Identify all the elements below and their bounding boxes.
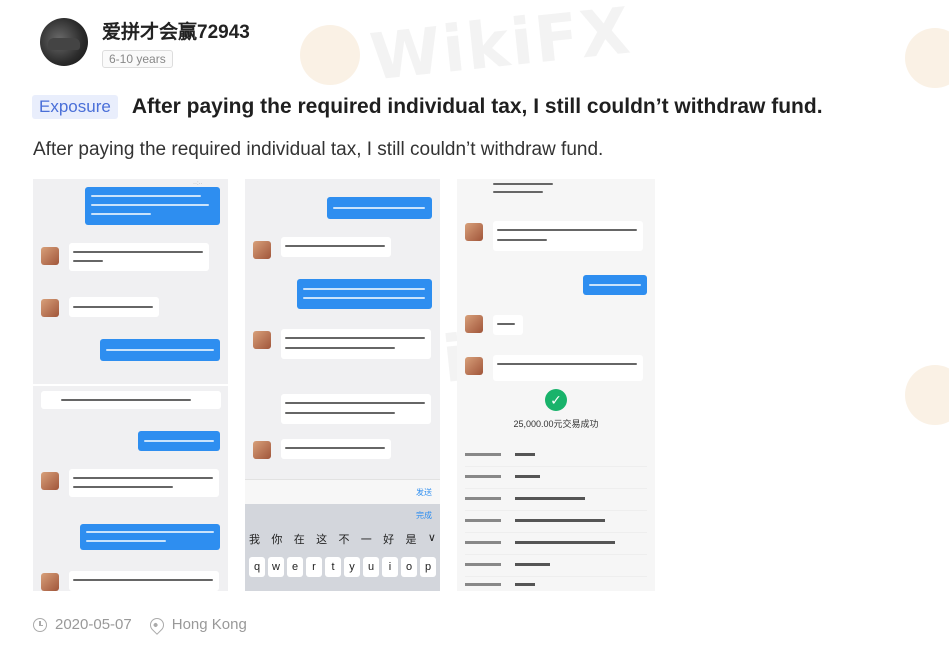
contact-avatar — [41, 299, 59, 317]
system-notice — [41, 391, 221, 409]
car-icon — [48, 38, 80, 50]
transaction-amount: 25,000.00元交易成功 — [513, 419, 599, 429]
watermark-logo — [905, 28, 949, 88]
success-check-icon: ✓ — [545, 389, 567, 411]
keyboard-candidate-row[interactable]: 我 你 在 这 不 一 好 是 ∨ — [249, 531, 436, 547]
chat-bubble-received — [281, 439, 391, 459]
post-date: 2020-05-07 — [55, 616, 132, 633]
candidate-key[interactable]: ∨ — [428, 531, 436, 547]
done-button[interactable]: 完成 — [416, 510, 432, 521]
post-location: Hong Kong — [146, 614, 247, 635]
chat-bubble-received — [69, 243, 209, 271]
contact-avatar — [465, 357, 483, 375]
chat-bubble-sent — [583, 275, 647, 295]
user-info: 爱拼才会赢72943 6-10 years — [102, 17, 250, 68]
chat-bubble-sent — [138, 431, 220, 451]
key-r[interactable]: r — [306, 557, 322, 577]
contact-avatar — [465, 223, 483, 241]
key-o[interactable]: o — [401, 557, 417, 577]
chat-bubble-received — [493, 315, 523, 335]
candidate-key[interactable]: 不 — [338, 531, 349, 547]
username[interactable]: 爱拼才会赢72943 — [102, 17, 250, 44]
avatar[interactable] — [40, 18, 88, 66]
chat-bubble-received — [493, 221, 643, 251]
location-label: Hong Kong — [171, 616, 247, 633]
chat-bubble-received — [281, 237, 391, 257]
candidate-key[interactable]: 我 — [249, 531, 260, 547]
chat-bubble-received — [281, 329, 431, 359]
onscreen-keyboard[interactable]: 完成 我 你 在 这 不 一 好 是 ∨ q w e r t y u i o p — [245, 504, 440, 591]
send-button[interactable]: 发送 — [416, 487, 432, 498]
contact-avatar — [253, 241, 271, 259]
location-pin-icon — [146, 614, 167, 635]
chat-bubble-sent — [100, 339, 220, 361]
chat-bubble-received — [493, 355, 643, 381]
transaction-detail-row — [465, 535, 647, 555]
transaction-detail-row — [465, 577, 647, 591]
chat-bubble-received — [69, 571, 219, 591]
chat-bubble-sent — [327, 197, 432, 219]
candidate-key[interactable]: 好 — [383, 531, 394, 547]
contact-avatar — [41, 472, 59, 490]
clock-icon — [33, 617, 47, 632]
watermark-text: WikiFX — [366, 0, 636, 96]
screenshot-chat-3[interactable]: ✓ 25,000.00元交易成功 — [457, 179, 655, 591]
watermark-logo — [905, 365, 949, 425]
post-footer: 2020-05-07 Hong Kong — [33, 614, 247, 635]
watermark-logo — [300, 25, 360, 85]
post-title-row: Exposure After paying the required indiv… — [32, 95, 823, 119]
contact-avatar — [465, 315, 483, 333]
message-input-bar[interactable]: 发送 — [245, 479, 440, 504]
post-title: After paying the required individual tax… — [131, 95, 823, 118]
key-i[interactable]: i — [382, 557, 398, 577]
contact-avatar — [41, 573, 59, 591]
transaction-detail-row — [465, 513, 647, 533]
post-header: 爱拼才会赢72943 6-10 years — [40, 14, 250, 70]
chat-bubble-sent — [297, 279, 432, 309]
candidate-key[interactable]: 在 — [294, 531, 305, 547]
post-body: After paying the required individual tax… — [33, 139, 604, 160]
key-p[interactable]: p — [420, 557, 436, 577]
chat-bubble-sent — [80, 524, 220, 550]
candidate-key[interactable]: 一 — [361, 531, 372, 547]
chat-bubble-received — [69, 469, 219, 497]
key-u[interactable]: u — [363, 557, 379, 577]
transaction-detail-row — [465, 491, 647, 511]
screenshot-chat-2[interactable]: 发送 完成 我 你 在 这 不 一 好 是 ∨ q w e r t y u i … — [245, 179, 440, 591]
keyboard-letter-row[interactable]: q w e r t y u i o p — [249, 557, 436, 577]
key-e[interactable]: e — [287, 557, 303, 577]
candidate-key[interactable]: 这 — [316, 531, 327, 547]
chat-bubble-received — [281, 394, 431, 424]
contact-avatar — [253, 331, 271, 349]
candidate-key[interactable]: 你 — [271, 531, 282, 547]
key-t[interactable]: t — [325, 557, 341, 577]
key-w[interactable]: w — [268, 557, 284, 577]
chat-bubble-sent — [85, 187, 220, 225]
contact-avatar — [253, 441, 271, 459]
candidate-key[interactable]: 是 — [406, 531, 417, 547]
attached-screenshots: ··:·· 发送 完成 我 你 在 这 不 一 好 是 ∨ q w e r t … — [33, 179, 655, 591]
transaction-detail-row — [465, 469, 647, 489]
transaction-detail-row — [465, 557, 647, 577]
key-q[interactable]: q — [249, 557, 265, 577]
screenshot-chat-1[interactable]: ··:·· — [33, 179, 228, 591]
experience-badge: 6-10 years — [102, 49, 173, 68]
key-y[interactable]: y — [344, 557, 360, 577]
exposure-tag: Exposure — [32, 95, 118, 119]
transaction-detail-row — [465, 447, 647, 467]
chat-bubble-received — [69, 297, 159, 317]
contact-avatar — [41, 247, 59, 265]
